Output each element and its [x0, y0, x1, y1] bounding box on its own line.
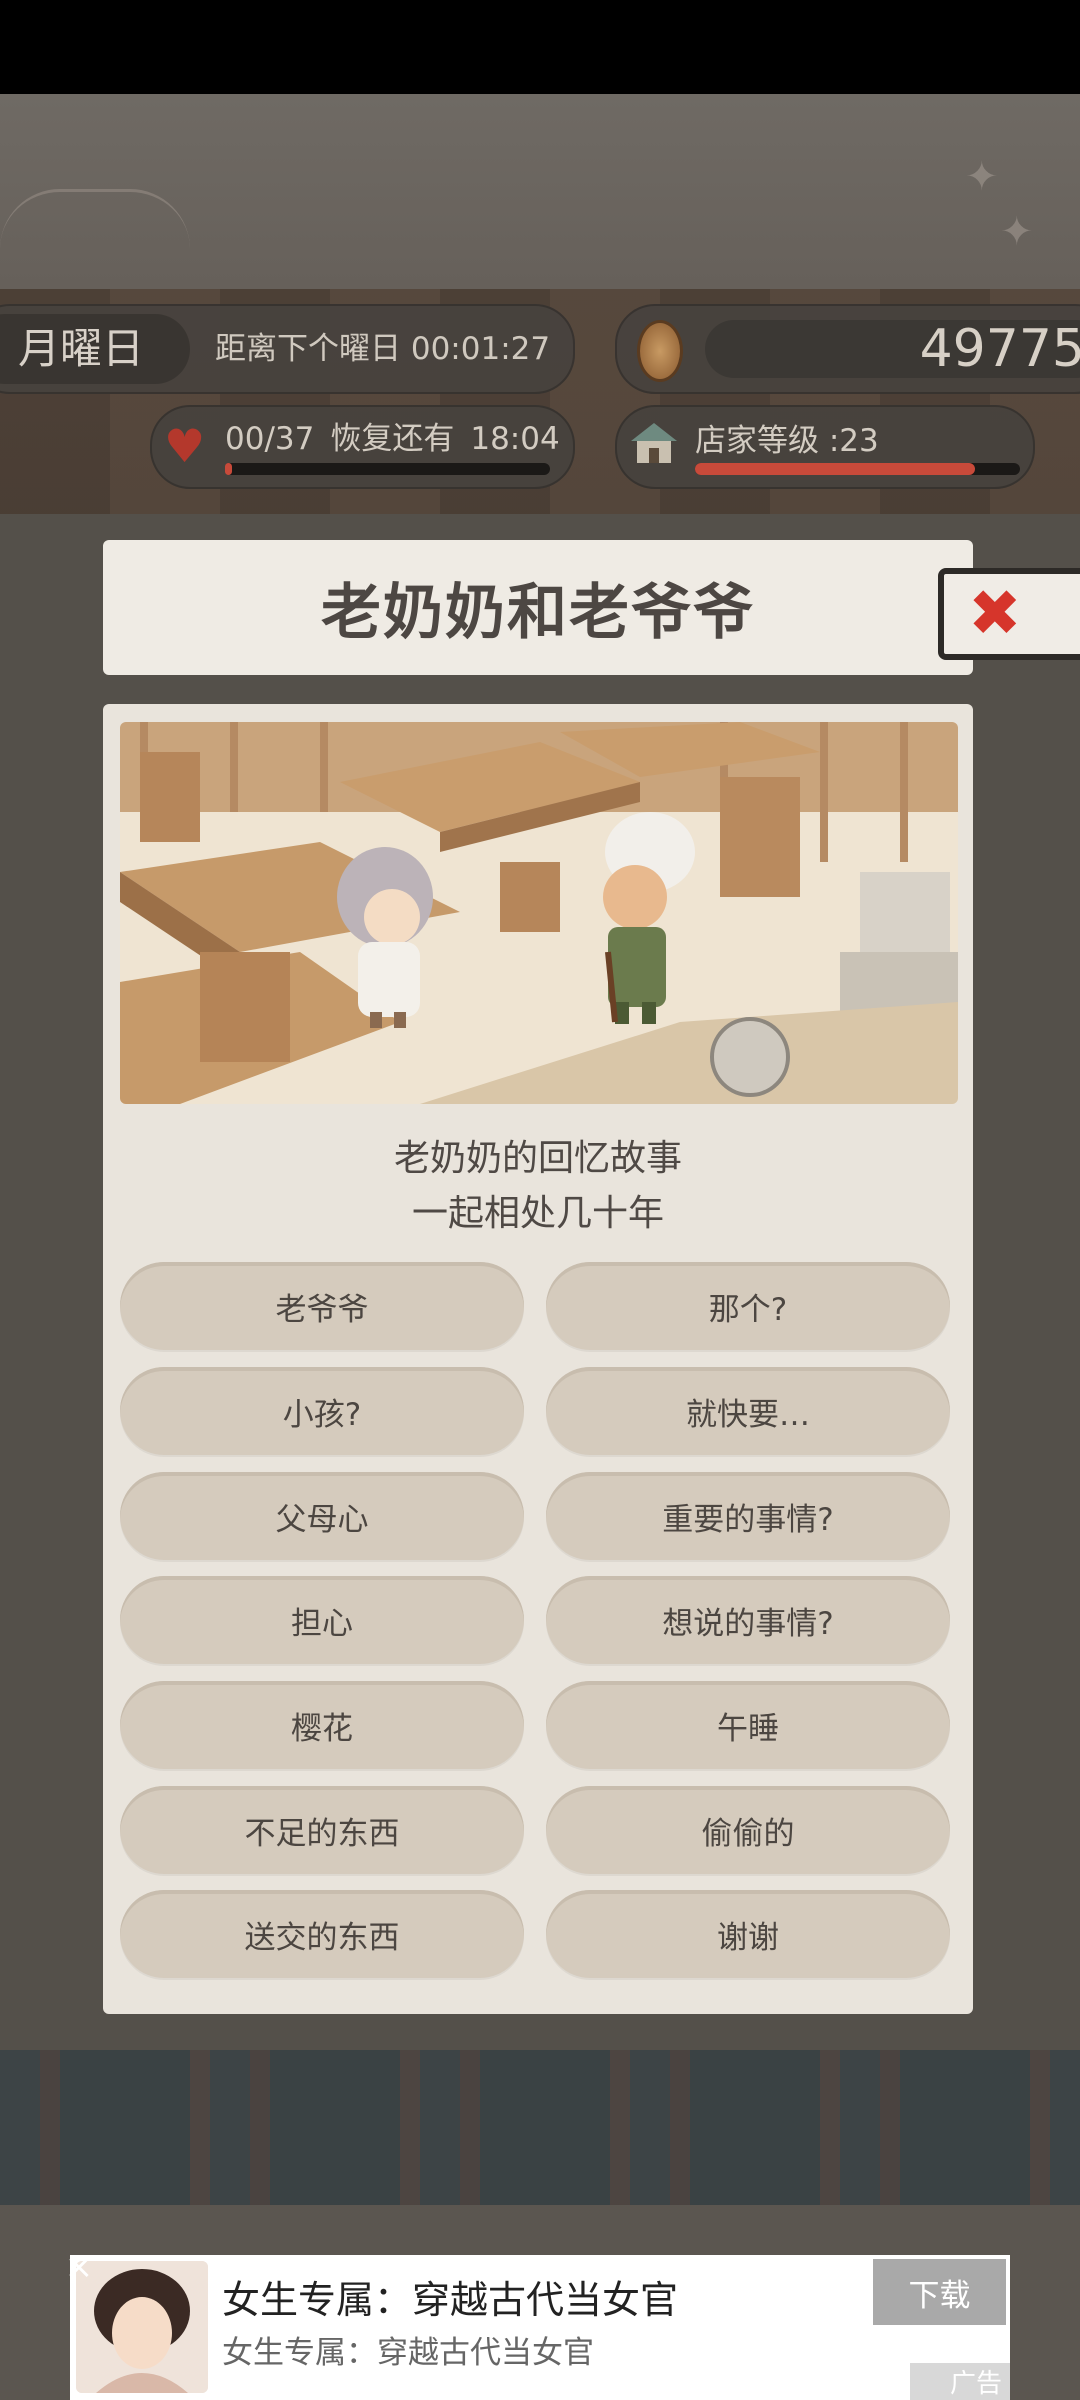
day-indicator: 月曜日 距离下个曜日 00:01:27: [0, 304, 575, 394]
recover-time: 18:04: [470, 421, 560, 457]
coin-icon: [637, 320, 683, 382]
choice-button[interactable]: 樱花: [120, 1681, 524, 1769]
sparkle-icon: ✦: [965, 154, 999, 200]
level-bar-fill: [695, 463, 975, 475]
dialog-title: 老奶奶和老爷爷: [321, 578, 755, 648]
coin-counter: 49775: [615, 304, 1080, 394]
next-day-countdown: 距离下个曜日 00:01:27: [215, 331, 551, 367]
house-icon: [631, 423, 677, 463]
stamina-value: 00/37: [225, 421, 315, 457]
choice-button[interactable]: 老爷爷: [120, 1262, 524, 1350]
story-illustration: [120, 722, 958, 1104]
ad-label: 广告: [910, 2363, 1010, 2400]
choice-button[interactable]: 担心: [120, 1576, 524, 1664]
ad-title: 女生专属：穿越古代当女官: [222, 2278, 679, 2322]
choice-button[interactable]: 父母心: [120, 1472, 524, 1560]
coin-value: 49775: [919, 319, 1080, 379]
shop-counter-background: [0, 2050, 1080, 2205]
weekday-label: 月曜日: [18, 324, 145, 373]
stamina-bar-fill: [225, 463, 232, 475]
choice-button[interactable]: 想说的事情?: [546, 1576, 950, 1664]
close-icon: ✖: [968, 577, 1022, 651]
level-bar: [695, 463, 1020, 475]
story-subtitle: 一起相处几十年: [411, 1193, 664, 1234]
dialog-content-panel: 老奶奶的回忆故事 一起相处几十年 老爷爷 那个? 小孩? 就快要… 父母心 重要…: [103, 704, 973, 2014]
choice-button[interactable]: 小孩?: [120, 1367, 524, 1455]
ad-subtitle: 女生专属：穿越古代当女官: [222, 2335, 594, 2371]
shop-level-indicator: 店家等级 :23: [615, 405, 1035, 489]
close-button[interactable]: ✖: [938, 568, 1080, 660]
stamina-bar: [225, 463, 550, 475]
ad-download-button[interactable]: 下载: [873, 2259, 1006, 2325]
choice-button[interactable]: 偷偷的: [546, 1786, 950, 1874]
recover-label: 恢复还有: [330, 421, 455, 457]
choice-button[interactable]: 不足的东西: [120, 1786, 524, 1874]
shop-level-label: 店家等级 :23: [695, 423, 879, 459]
ad-banner[interactable]: 女生专属：穿越古代当女官 女生专属：穿越古代当女官 下载 广告: [70, 2255, 1010, 2400]
dialog-title-panel: 老奶奶和老爷爷: [103, 540, 973, 675]
choice-button[interactable]: 谢谢: [546, 1890, 950, 1978]
choice-button[interactable]: 重要的事情?: [546, 1472, 950, 1560]
ad-close-icon[interactable]: ×: [62, 2250, 96, 2284]
choice-button[interactable]: 那个?: [546, 1262, 950, 1350]
sparkle-icon: ✦: [1000, 209, 1034, 255]
choice-button[interactable]: 送交的东西: [120, 1890, 524, 1978]
status-bar: [0, 0, 1080, 94]
stamina-indicator: ♥ 00/37 恢复还有 18:04: [150, 405, 575, 489]
choice-button[interactable]: 午睡: [546, 1681, 950, 1769]
choice-button[interactable]: 就快要…: [546, 1367, 950, 1455]
heart-icon: ♥: [164, 419, 206, 473]
story-title: 老奶奶的回忆故事: [393, 1138, 682, 1179]
